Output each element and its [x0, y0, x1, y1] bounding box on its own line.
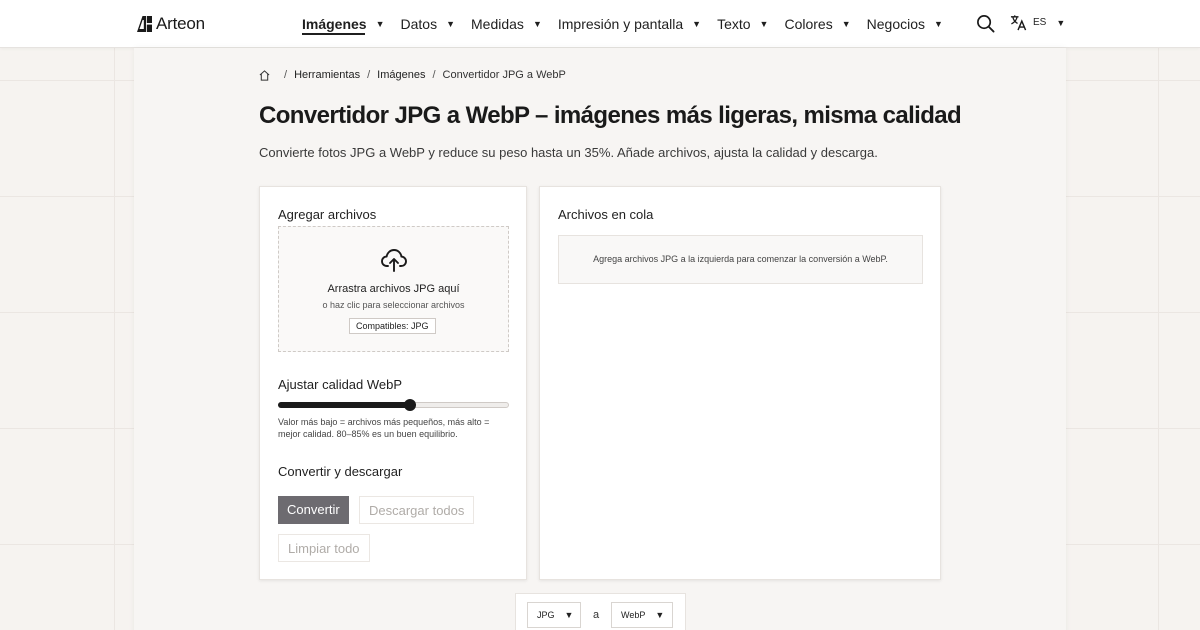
- breadcrumb-separator: /: [284, 69, 288, 81]
- slider-fill: [278, 402, 410, 408]
- queue-empty-state: Agrega archivos JPG a la izquierda para …: [558, 235, 923, 284]
- language-label: ES: [1033, 17, 1047, 28]
- language-selector[interactable]: ES ▼: [1010, 14, 1065, 31]
- nav-item-datos[interactable]: Datos ▼: [401, 0, 456, 48]
- nav-item-negocios[interactable]: Negocios ▼: [867, 0, 943, 48]
- slider-thumb[interactable]: [403, 399, 416, 411]
- breadcrumb-imagenes[interactable]: Imágenes: [377, 69, 425, 81]
- nav-item-label: Colores: [784, 16, 833, 32]
- quality-hint: Valor más bajo = archivos más pequeños, …: [278, 417, 490, 439]
- convert-button[interactable]: Convertir: [278, 496, 349, 524]
- target-format-select[interactable]: WebP ▼: [611, 602, 673, 628]
- add-files-heading: Agregar archivos: [278, 207, 377, 222]
- file-dropzone[interactable]: Arrastra archivos JPG aquí o haz clic pa…: [278, 226, 509, 352]
- main-content: / Herramientas / Imágenes / Convertidor …: [134, 48, 1066, 630]
- format-to-label: a: [593, 609, 600, 621]
- format-selector-bar: JPG ▼ a WebP ▼: [515, 593, 686, 630]
- breadcrumb-separator: /: [367, 69, 371, 81]
- nav-item-label: Negocios: [866, 16, 926, 32]
- nav-item-colores[interactable]: Colores ▼: [784, 0, 850, 48]
- clear-all-button[interactable]: Limpiar todo: [278, 534, 370, 562]
- nav-item-imagenes[interactable]: Imágenes ▼: [302, 0, 385, 48]
- caret-down-icon: ▼: [532, 19, 542, 29]
- compatible-formats-badge: Compatibles: JPG: [349, 318, 436, 334]
- top-nav-bar: Arteon Imágenes ▼ Datos ▼ Medidas ▼ Impr…: [0, 0, 1200, 48]
- nav-item-label: Imágenes: [302, 16, 367, 32]
- page-subtitle: Convierte fotos JPG a WebP y reduce su p…: [259, 145, 878, 160]
- brand-name: Arteon: [156, 14, 205, 33]
- caret-down-icon: ▼: [759, 19, 769, 29]
- caret-down-icon: ▼: [655, 610, 665, 620]
- breadcrumb-separator: /: [432, 69, 436, 81]
- nav-item-medidas[interactable]: Medidas ▼: [471, 0, 542, 48]
- quality-heading: Ajustar calidad WebP: [278, 377, 403, 392]
- converter-panel: Agregar archivos Arrastra archivos JPG a…: [259, 186, 527, 580]
- breadcrumb-herramientas[interactable]: Herramientas: [294, 69, 360, 81]
- caret-down-icon: ▼: [375, 19, 385, 29]
- caret-down-icon: ▼: [564, 610, 574, 620]
- convert-download-heading: Convertir y descargar: [278, 464, 403, 479]
- queue-panel: Archivos en cola Agrega archivos JPG a l…: [539, 186, 941, 580]
- queue-heading: Archivos en cola: [558, 207, 654, 222]
- nav-item-label: Impresión y pantalla: [557, 16, 684, 32]
- breadcrumb-current: Convertidor JPG a WebP: [442, 69, 566, 81]
- breadcrumb: / Herramientas / Imágenes / Convertidor …: [259, 69, 566, 81]
- page-title: Convertidor JPG a WebP – imágenes más li…: [259, 102, 962, 129]
- nav-item-label: Datos: [400, 16, 438, 32]
- nav-item-texto[interactable]: Texto ▼: [717, 0, 768, 48]
- caret-down-icon: ▼: [446, 19, 456, 29]
- target-format-value: WebP: [621, 610, 646, 620]
- nav-item-label: Medidas: [471, 16, 524, 32]
- quality-slider[interactable]: [278, 399, 509, 411]
- translate-icon: [1010, 15, 1027, 31]
- caret-down-icon: ▼: [692, 19, 702, 29]
- source-format-value: JPG: [537, 610, 555, 620]
- arteon-logo-icon: [137, 16, 152, 32]
- caret-down-icon: ▼: [934, 19, 943, 29]
- caret-down-icon: ▼: [1056, 17, 1066, 28]
- caret-down-icon: ▼: [841, 19, 851, 29]
- main-nav: Imágenes ▼ Datos ▼ Medidas ▼ Impresión y…: [302, 0, 959, 48]
- source-format-select[interactable]: JPG ▼: [527, 602, 581, 628]
- download-all-button[interactable]: Descargar todos: [359, 496, 475, 524]
- dropzone-title: Arrastra archivos JPG aquí: [327, 283, 460, 295]
- nav-item-impresion-y-pantalla[interactable]: Impresión y pantalla ▼: [558, 0, 701, 48]
- nav-item-label: Texto: [717, 16, 751, 32]
- search-icon[interactable]: [976, 14, 995, 33]
- home-icon[interactable]: [259, 69, 270, 81]
- brand-logo[interactable]: Arteon: [137, 14, 205, 34]
- dropzone-subtitle: o haz clic para seleccionar archivos: [322, 300, 465, 310]
- cloud-upload-icon: [381, 249, 407, 272]
